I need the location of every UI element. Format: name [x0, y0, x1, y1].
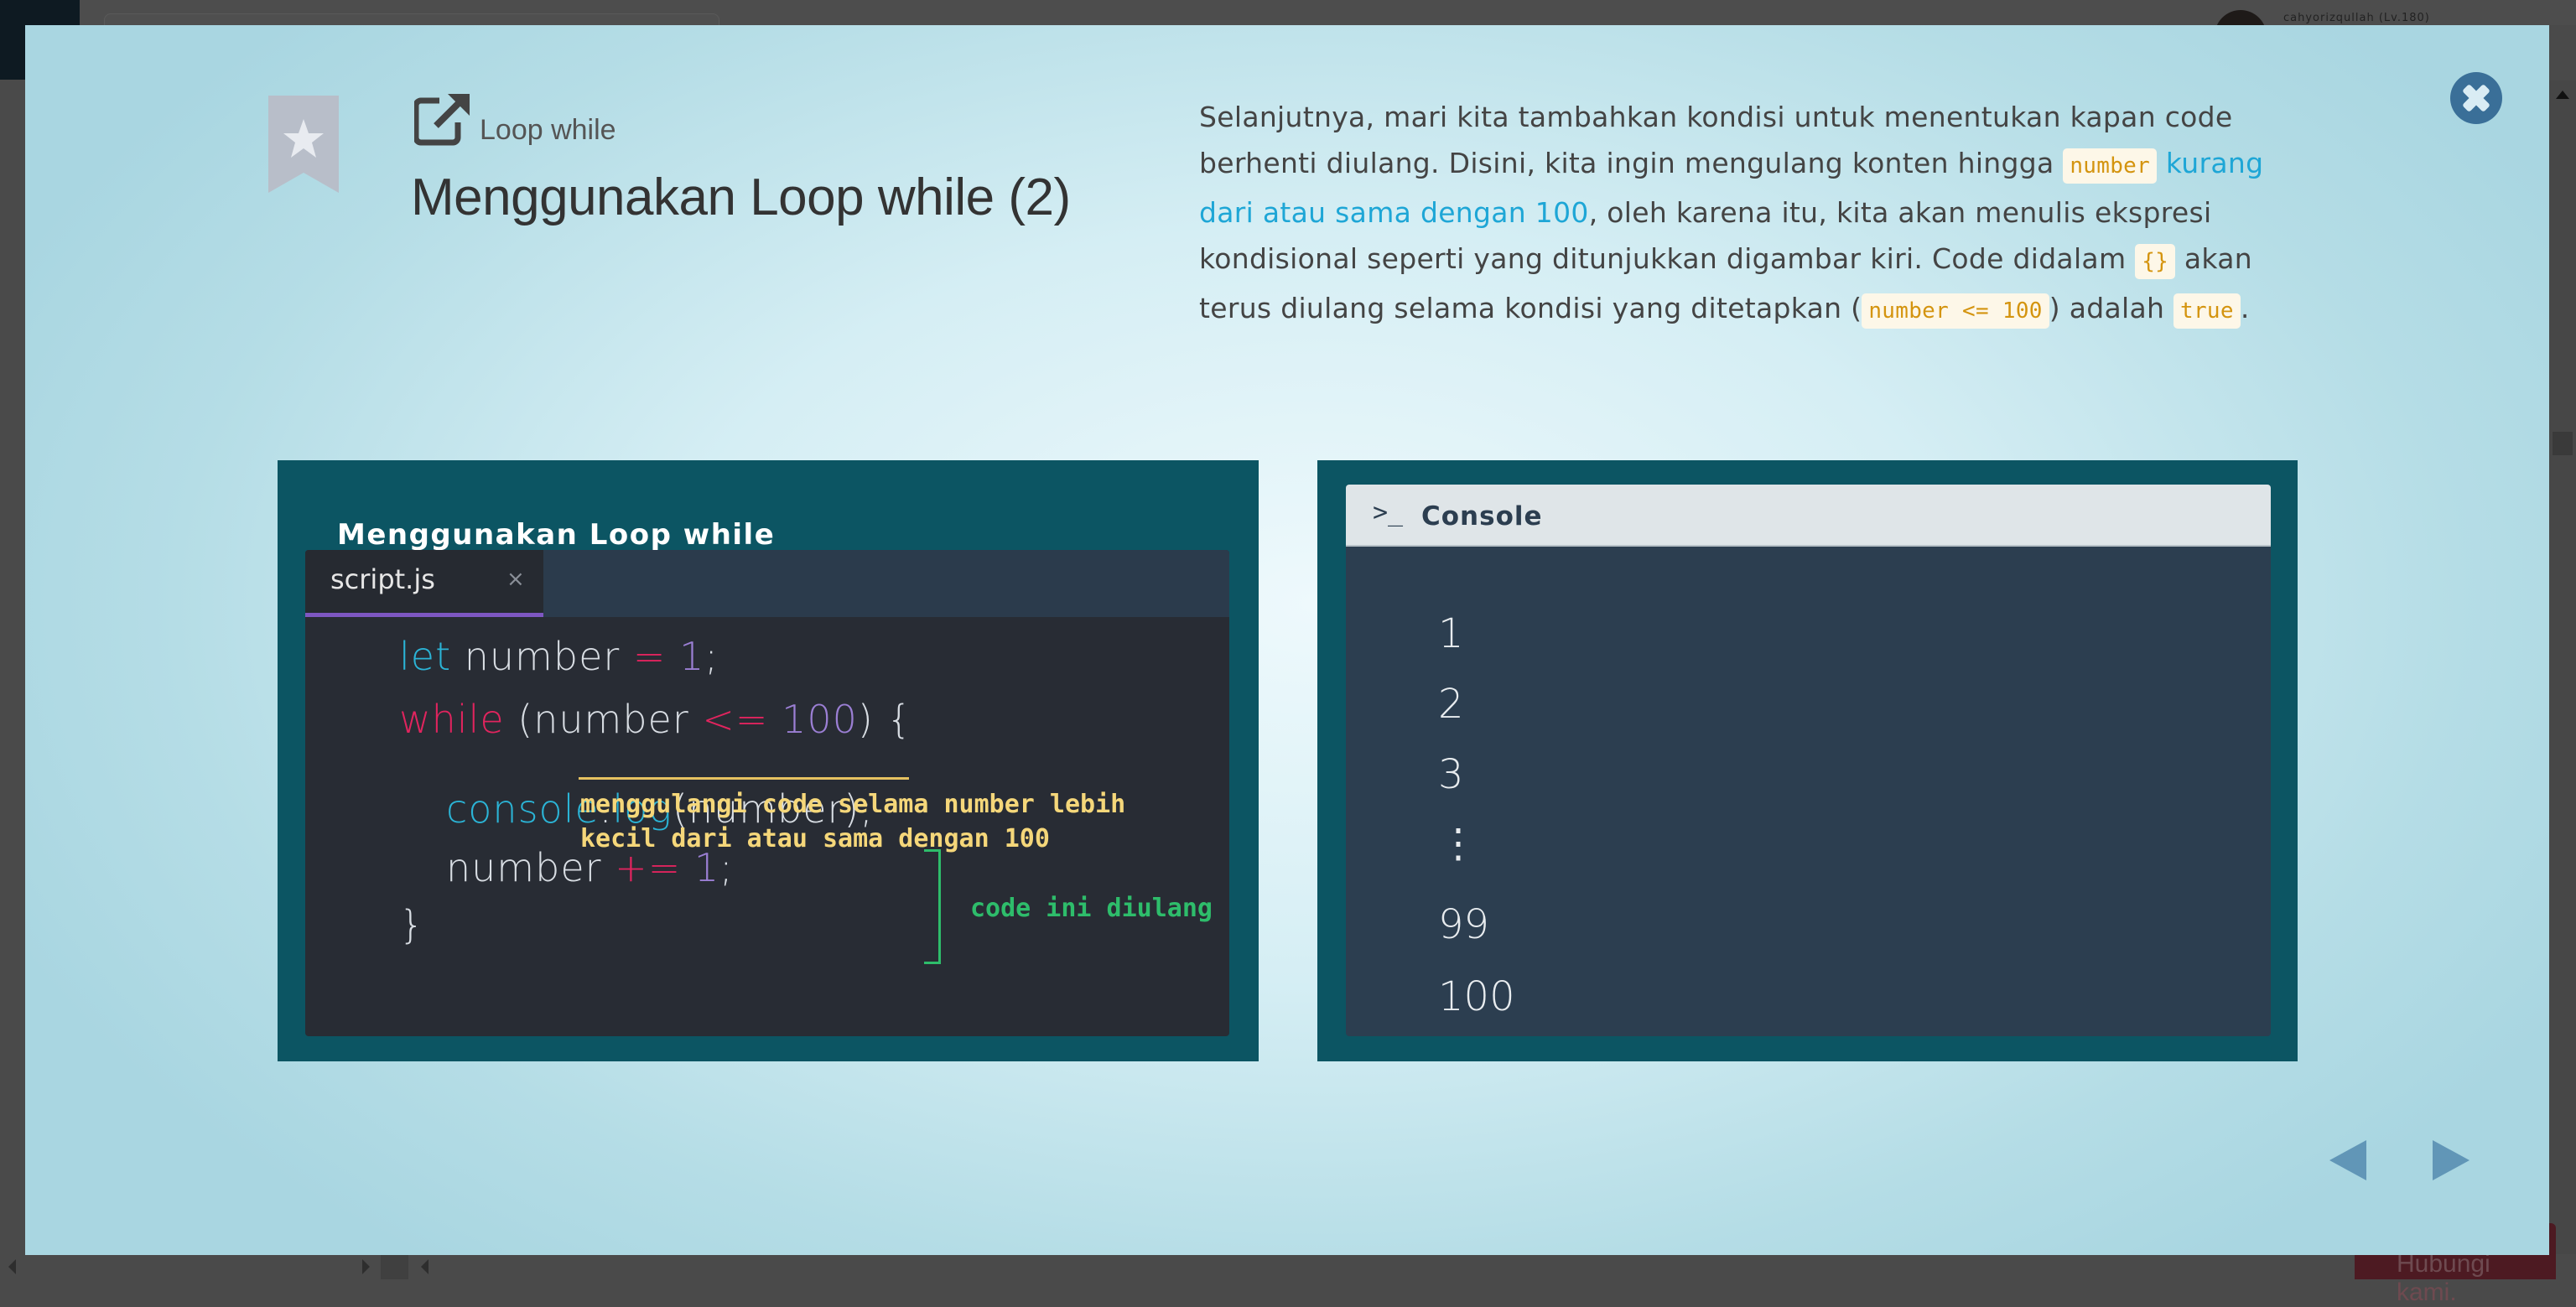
slide-description: Selanjutnya, mari kita tambahkan kondisi…	[1199, 94, 2281, 335]
code-token: ;	[704, 634, 719, 679]
console-output-line: 100	[1438, 973, 1515, 1020]
condition-underline	[579, 777, 909, 780]
bookmark-star-icon[interactable]	[268, 96, 339, 193]
scroll-up-arrow-icon[interactable]	[2556, 91, 2569, 99]
console-header: >_ Console	[1346, 485, 2271, 547]
console-output-line: 99	[1438, 901, 1490, 948]
slide-modal: Loop while Menggunakan Loop while (2) Se…	[25, 25, 2549, 1255]
close-icon[interactable]	[2450, 72, 2502, 124]
tab-script-js[interactable]: script.js ×	[305, 550, 543, 617]
code-token: <=	[702, 697, 769, 742]
code-token: 1	[679, 634, 705, 679]
code-line: }	[399, 902, 424, 947]
code-token: (number	[504, 697, 703, 742]
code-token: while	[399, 697, 505, 742]
console: >_ Console 1 2 3 ⋮ 99 100	[1346, 485, 2271, 1036]
console-output-line: 2	[1438, 681, 1464, 728]
contact-us-label: Hubungi kami.	[2397, 1250, 2490, 1306]
breadcrumb: Loop while	[480, 114, 616, 146]
code-token: let	[399, 634, 452, 679]
scroll-corner	[381, 1255, 408, 1279]
description-text: .	[2240, 292, 2250, 324]
page-title: Menggunakan Loop while (2)	[411, 169, 1071, 226]
code-line: let number = 1;	[399, 634, 719, 679]
code-token: ) {	[857, 697, 912, 742]
previous-slide-button[interactable]	[2329, 1140, 2366, 1180]
code-token: }	[399, 902, 425, 947]
condition-note-line: kecil dari atau sama dengan 100	[580, 824, 1050, 853]
scroll-left-arrow-icon[interactable]	[421, 1259, 428, 1274]
tab-close-icon[interactable]: ×	[506, 567, 525, 592]
code-panel-title: Menggunakan Loop while	[337, 518, 776, 552]
inline-code: number <= 100	[1862, 293, 2049, 329]
repeat-note: code ini diulang	[970, 894, 1213, 923]
description-text	[2157, 147, 2166, 179]
external-link-icon[interactable]	[414, 92, 471, 146]
terminal-prompt-icon: >_	[1373, 498, 1404, 527]
scroll-right-arrow-icon[interactable]	[362, 1259, 370, 1274]
code-token: number	[451, 634, 633, 679]
code-editor: script.js × let number = 1; while (number…	[305, 550, 1229, 1036]
code-token: =	[632, 634, 667, 679]
username[interactable]: cahyorizqullah (Lv.180)	[2283, 12, 2430, 24]
vertical-scrollbar[interactable]	[2549, 80, 2576, 1254]
console-output-line: 1	[1438, 610, 1464, 657]
scrollbar-thumb[interactable]	[2553, 432, 2573, 455]
next-slide-button[interactable]	[2433, 1140, 2470, 1180]
code-token: console	[446, 786, 600, 832]
tab-label: script.js	[330, 563, 435, 595]
console-output-line: ⋮	[1438, 820, 1478, 867]
repeat-bracket	[924, 849, 941, 964]
condition-note-line: menggulangi code selama number lebih	[580, 790, 1126, 819]
code-line: while (number <= 100) {	[399, 697, 912, 742]
console-output-line: 3	[1438, 751, 1464, 798]
code-token: 100	[782, 697, 858, 742]
inline-code: true	[2174, 293, 2241, 329]
inline-code: number	[2063, 148, 2158, 184]
inline-code: {}	[2135, 244, 2176, 279]
scroll-left-arrow-icon[interactable]	[8, 1259, 16, 1274]
description-text: ) adalah	[2049, 292, 2174, 324]
console-label: Console	[1421, 501, 1543, 532]
